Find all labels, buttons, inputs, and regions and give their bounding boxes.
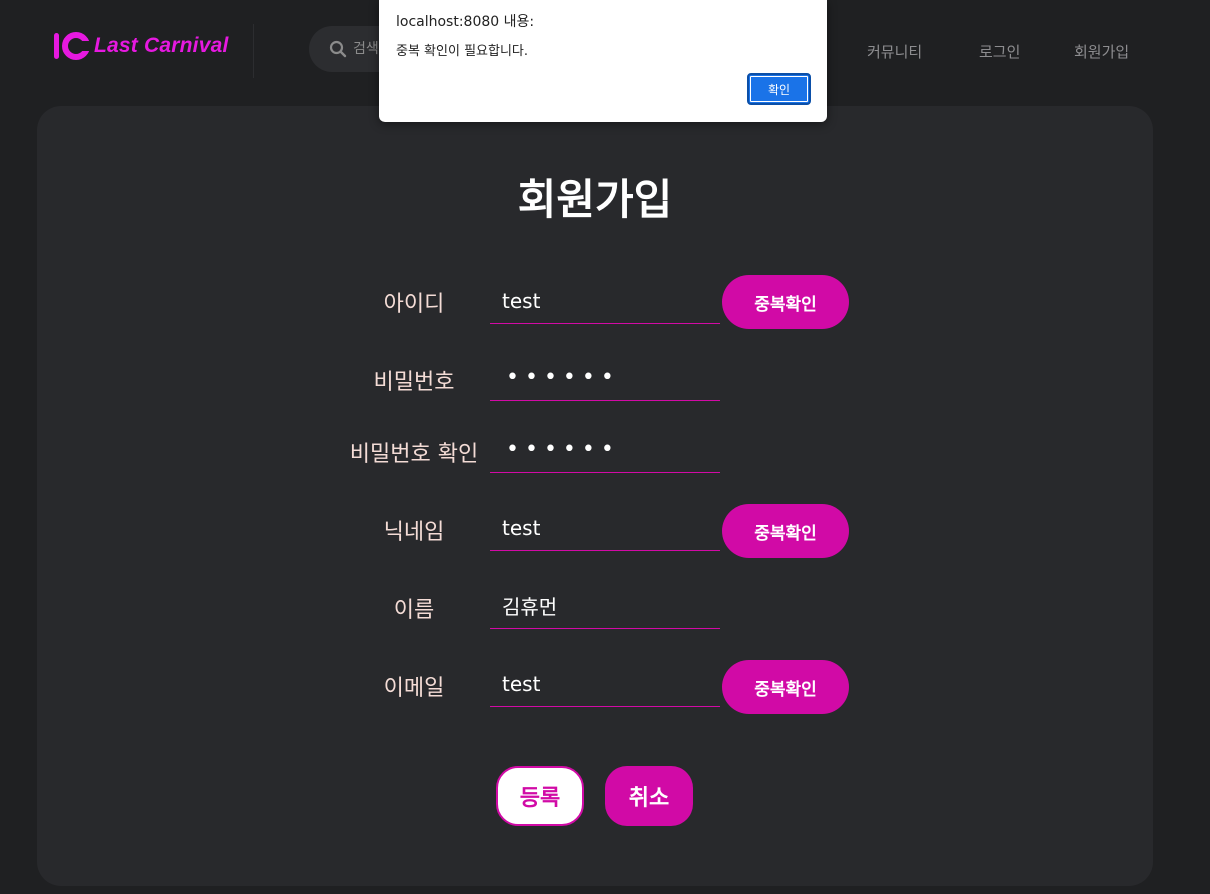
- logo[interactable]: Last Carnival: [52, 30, 229, 62]
- logo-icon: [54, 32, 92, 60]
- nickname-check-button[interactable]: 중복확인: [722, 504, 849, 558]
- password-confirm-label: 비밀번호 확인: [349, 442, 479, 467]
- search-icon: [329, 40, 347, 58]
- name-field[interactable]: 김휴먼: [490, 583, 720, 629]
- logo-text: Last Carnival: [94, 34, 229, 57]
- password-value: ••••••: [506, 365, 620, 390]
- id-field[interactable]: test: [490, 278, 720, 324]
- password-confirm-field[interactable]: ••••••: [490, 427, 720, 473]
- dialog-origin: localhost:8080 내용:: [396, 14, 535, 30]
- nickname-value: test: [502, 515, 541, 540]
- name-label: 이름: [393, 598, 435, 623]
- header-divider: [253, 24, 254, 78]
- dialog-ok-button[interactable]: 확인: [747, 73, 811, 105]
- nickname-label: 닉네임: [383, 520, 445, 545]
- id-check-button[interactable]: 중복확인: [722, 275, 849, 329]
- dialog-message: 중복 확인이 필요합니다.: [396, 44, 528, 59]
- page-title: 회원가입: [517, 175, 673, 224]
- page: Last Carnival 커뮤니티 로그인 회원가입 회원가입 아이디 tes…: [0, 0, 1210, 894]
- id-label: 아이디: [383, 292, 445, 317]
- email-check-button[interactable]: 중복확인: [722, 660, 849, 714]
- nav-signup[interactable]: 회원가입: [1074, 41, 1129, 62]
- password-confirm-value: ••••••: [506, 437, 620, 462]
- nav-login[interactable]: 로그인: [979, 41, 1020, 62]
- signup-card: 회원가입 아이디 test 중복확인 비밀번호 •••••• 비밀번호 확인 •…: [37, 106, 1153, 886]
- id-value: test: [502, 288, 541, 313]
- register-button[interactable]: 등록: [496, 766, 584, 826]
- password-label: 비밀번호: [373, 370, 455, 395]
- nickname-field[interactable]: test: [490, 505, 720, 551]
- nav-community[interactable]: 커뮤니티: [867, 41, 922, 62]
- alert-dialog: localhost:8080 내용: 중복 확인이 필요합니다. 확인: [379, 0, 827, 122]
- email-label: 이메일: [383, 676, 445, 701]
- email-value: test: [502, 671, 541, 696]
- email-field[interactable]: test: [490, 661, 720, 707]
- cancel-button[interactable]: 취소: [605, 766, 693, 826]
- name-value: 김휴먼: [502, 595, 558, 619]
- password-field[interactable]: ••••••: [490, 355, 720, 401]
